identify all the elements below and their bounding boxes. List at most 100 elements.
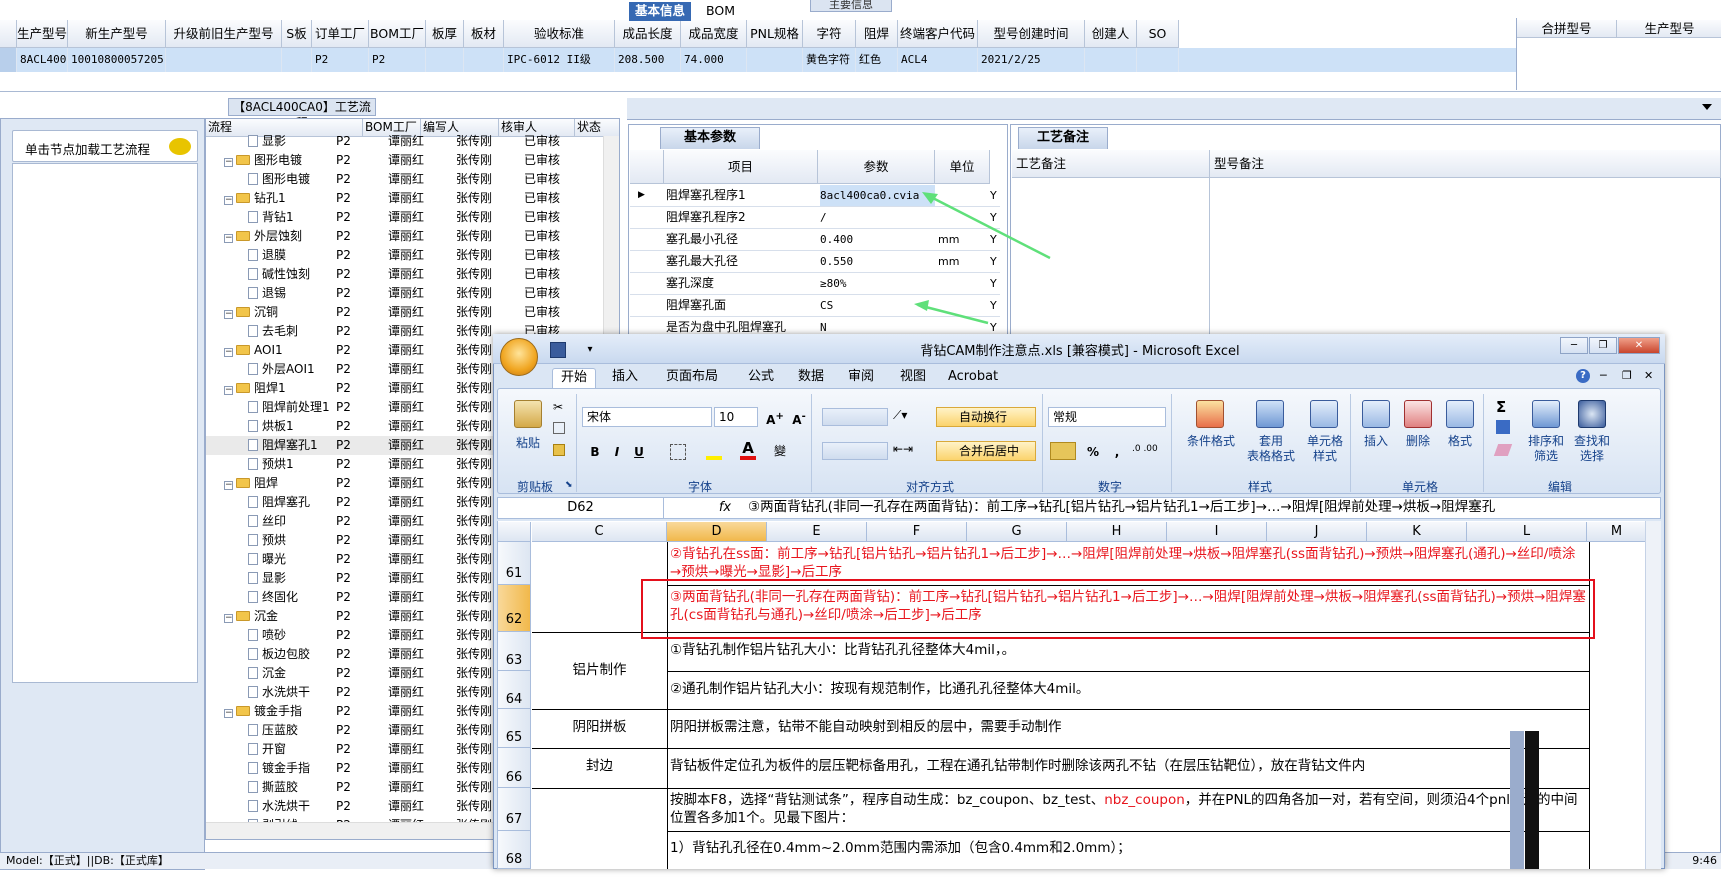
cell-r68[interactable]: 1）背钻孔孔径在0.4mm~2.0mm范围内需添加（包含0.4mm和2.0mm）…	[667, 835, 1589, 867]
tree-row[interactable]: 背钻1 P2 谭丽红 张传刚 已审核	[206, 208, 619, 227]
ribbon-restore-icon[interactable]: ❐	[1622, 369, 1632, 382]
main-info-cell-17[interactable]	[1137, 48, 1179, 72]
main-info-col-8[interactable]: 验收标准	[504, 20, 615, 48]
ribbon-tab-2[interactable]: 页面布局	[658, 368, 726, 388]
main-info-col-3[interactable]: S板	[282, 20, 312, 48]
tab-basic-info[interactable]: 基本信息	[629, 2, 692, 21]
ribbon-tab-7[interactable]: Acrobat	[940, 368, 1006, 388]
notes-header-model[interactable]: 型号备注	[1210, 150, 1721, 178]
main-info-cell-15[interactable]: 2021/2/25	[978, 48, 1085, 72]
tree-row[interactable]: − 沉铜 P2 谭丽红 张传刚 已审核	[206, 303, 619, 322]
tree-node[interactable]: 背钻1	[248, 208, 294, 227]
col-header-I[interactable]: I	[1167, 522, 1267, 542]
bold-button[interactable]: B	[584, 442, 606, 462]
tree-node[interactable]: − 沉金	[224, 607, 278, 626]
main-info-cell-10[interactable]: 74.000	[681, 48, 747, 72]
row-header-61[interactable]: 61	[498, 542, 531, 585]
main-info-cell-4[interactable]: P2	[312, 48, 369, 72]
sheet-vertical-scrollbar[interactable]	[1645, 521, 1661, 869]
col-header-L[interactable]: L	[1467, 522, 1587, 542]
insert-cells-icon[interactable]	[1362, 400, 1390, 428]
cell-style-icon[interactable]	[1310, 400, 1338, 428]
row-header-67[interactable]: 67	[498, 788, 531, 831]
conditional-format-icon[interactable]	[1196, 400, 1224, 428]
tree-node[interactable]: 撕蓝胶	[248, 778, 298, 797]
name-box[interactable]: D62	[498, 498, 664, 518]
conditional-format-button[interactable]: 条件格式	[1180, 434, 1242, 449]
tree-node[interactable]: 水洗烘干	[248, 683, 310, 702]
main-info-cell-3[interactable]	[282, 48, 312, 72]
tree-node[interactable]: 退锡	[248, 284, 286, 303]
tree-node[interactable]: 阻焊塞孔	[248, 493, 310, 512]
collapse-icon[interactable]: −	[224, 196, 233, 205]
collapse-icon[interactable]: −	[224, 234, 233, 243]
font-name-combo[interactable]: 宋体	[582, 407, 712, 427]
number-format-combo[interactable]: 常规	[1048, 407, 1166, 427]
ribbon-minimize-icon[interactable]: ─	[1600, 369, 1607, 382]
main-info-col-0[interactable]: 生产型号	[17, 20, 68, 48]
tree-node[interactable]: 显影	[248, 569, 286, 588]
main-info-col-14[interactable]: 终端客户代码	[898, 20, 978, 48]
main-info-col-11[interactable]: PNL规格	[747, 20, 803, 48]
currency-icon[interactable]	[1050, 442, 1076, 460]
fill-color-icon[interactable]	[706, 444, 722, 460]
main-info-cell-0[interactable]: 8ACL400CA0	[17, 48, 68, 72]
main-info-col-6[interactable]: 板厚	[426, 20, 464, 48]
tree-node[interactable]: 阻焊前处理1	[248, 398, 330, 417]
tree-node[interactable]: 开窗	[248, 740, 286, 759]
col-header-M[interactable]: M	[1587, 522, 1647, 542]
font-color-icon[interactable]: A	[740, 440, 756, 460]
main-info-col-15[interactable]: 型号创建时间	[978, 20, 1085, 48]
tree-node[interactable]: 沉金	[248, 664, 286, 683]
notes-header-process[interactable]: 工艺备注	[1012, 150, 1210, 178]
col-header-F[interactable]: F	[867, 522, 967, 542]
params-header-item[interactable]: 项目	[664, 150, 818, 184]
tree-node[interactable]: − 阻焊	[224, 474, 278, 493]
decimal-icons[interactable]: .0 .00	[1132, 444, 1158, 454]
tree-node[interactable]: − 外层蚀刻	[224, 227, 302, 246]
col-header-D[interactable]: D	[667, 522, 767, 542]
params-header-unit[interactable]: 单位	[935, 150, 990, 184]
find-select-icon[interactable]	[1578, 400, 1606, 428]
col-header-E[interactable]: E	[767, 522, 867, 542]
tree-row[interactable]: 碱性蚀刻 P2 谭丽红 张传刚 已审核	[206, 265, 619, 284]
main-info-row[interactable]: 8ACL400CA010010800057205 P2P2 IPC-6012 II级…	[0, 48, 1516, 72]
main-info-col-17[interactable]: SO	[1137, 20, 1179, 48]
collapse-icon[interactable]: −	[224, 709, 233, 718]
table-format-button[interactable]: 套用 表格格式	[1240, 434, 1302, 464]
tree-node[interactable]: 阻焊塞孔1	[248, 436, 318, 455]
main-info-col-2[interactable]: 升级前旧生产型号	[166, 20, 282, 48]
help-icon[interactable]: ?	[1576, 369, 1590, 383]
format-painter-icon[interactable]	[553, 444, 565, 456]
main-info-col-1[interactable]: 新生产型号	[68, 20, 166, 48]
main-info-cell-7[interactable]	[464, 48, 504, 72]
collapse-icon[interactable]: −	[224, 614, 233, 623]
cell-style-button[interactable]: 单元格 样式	[1300, 434, 1350, 464]
ribbon-tab-5[interactable]: 审阅	[840, 368, 882, 388]
close-button[interactable]: ✕	[1618, 337, 1660, 354]
tree-node[interactable]: 图形电镀	[248, 170, 310, 189]
ribbon-tab-6[interactable]: 视图	[892, 368, 934, 388]
tree-row[interactable]: − 图形电镀 P2 谭丽红 张传刚 已审核	[206, 151, 619, 170]
main-info-col-5[interactable]: BOM工厂	[369, 20, 426, 48]
main-info-cell-6[interactable]	[426, 48, 464, 72]
tree-node[interactable]: 曝光	[248, 550, 286, 569]
grow-font-icon[interactable]: A+	[764, 407, 786, 427]
col-header-J[interactable]: J	[1267, 522, 1367, 542]
tree-row[interactable]: − 钻孔1 P2 谭丽红 张传刚 已审核	[206, 189, 619, 208]
font-size-combo[interactable]: 10	[714, 407, 758, 427]
delete-cells-icon[interactable]	[1404, 400, 1432, 428]
insert-button[interactable]: 插入	[1358, 434, 1394, 449]
main-info-col-4[interactable]: 订单工厂	[312, 20, 369, 48]
main-info-col-9[interactable]: 成品长度	[615, 20, 681, 48]
tree-node[interactable]: 碱性蚀刻	[248, 265, 310, 284]
row-header-68[interactable]: 68	[498, 831, 531, 869]
orientation-icon[interactable]: ⟋▾	[893, 408, 929, 426]
ribbon-tab-4[interactable]: 数据	[790, 368, 832, 388]
save-icon[interactable]	[550, 342, 566, 358]
row-header-65[interactable]: 65	[498, 709, 531, 748]
formula-input[interactable]: ③两面背钻孔(非同一孔存在两面背钻)：前工序→钻孔[铝片钻孔→铝片钻孔1→后工步…	[742, 498, 1637, 518]
tree-node[interactable]: − 阻焊1	[224, 379, 286, 398]
tree-node[interactable]: 丝印	[248, 512, 286, 531]
maximize-button[interactable]: ❐	[1589, 337, 1617, 354]
